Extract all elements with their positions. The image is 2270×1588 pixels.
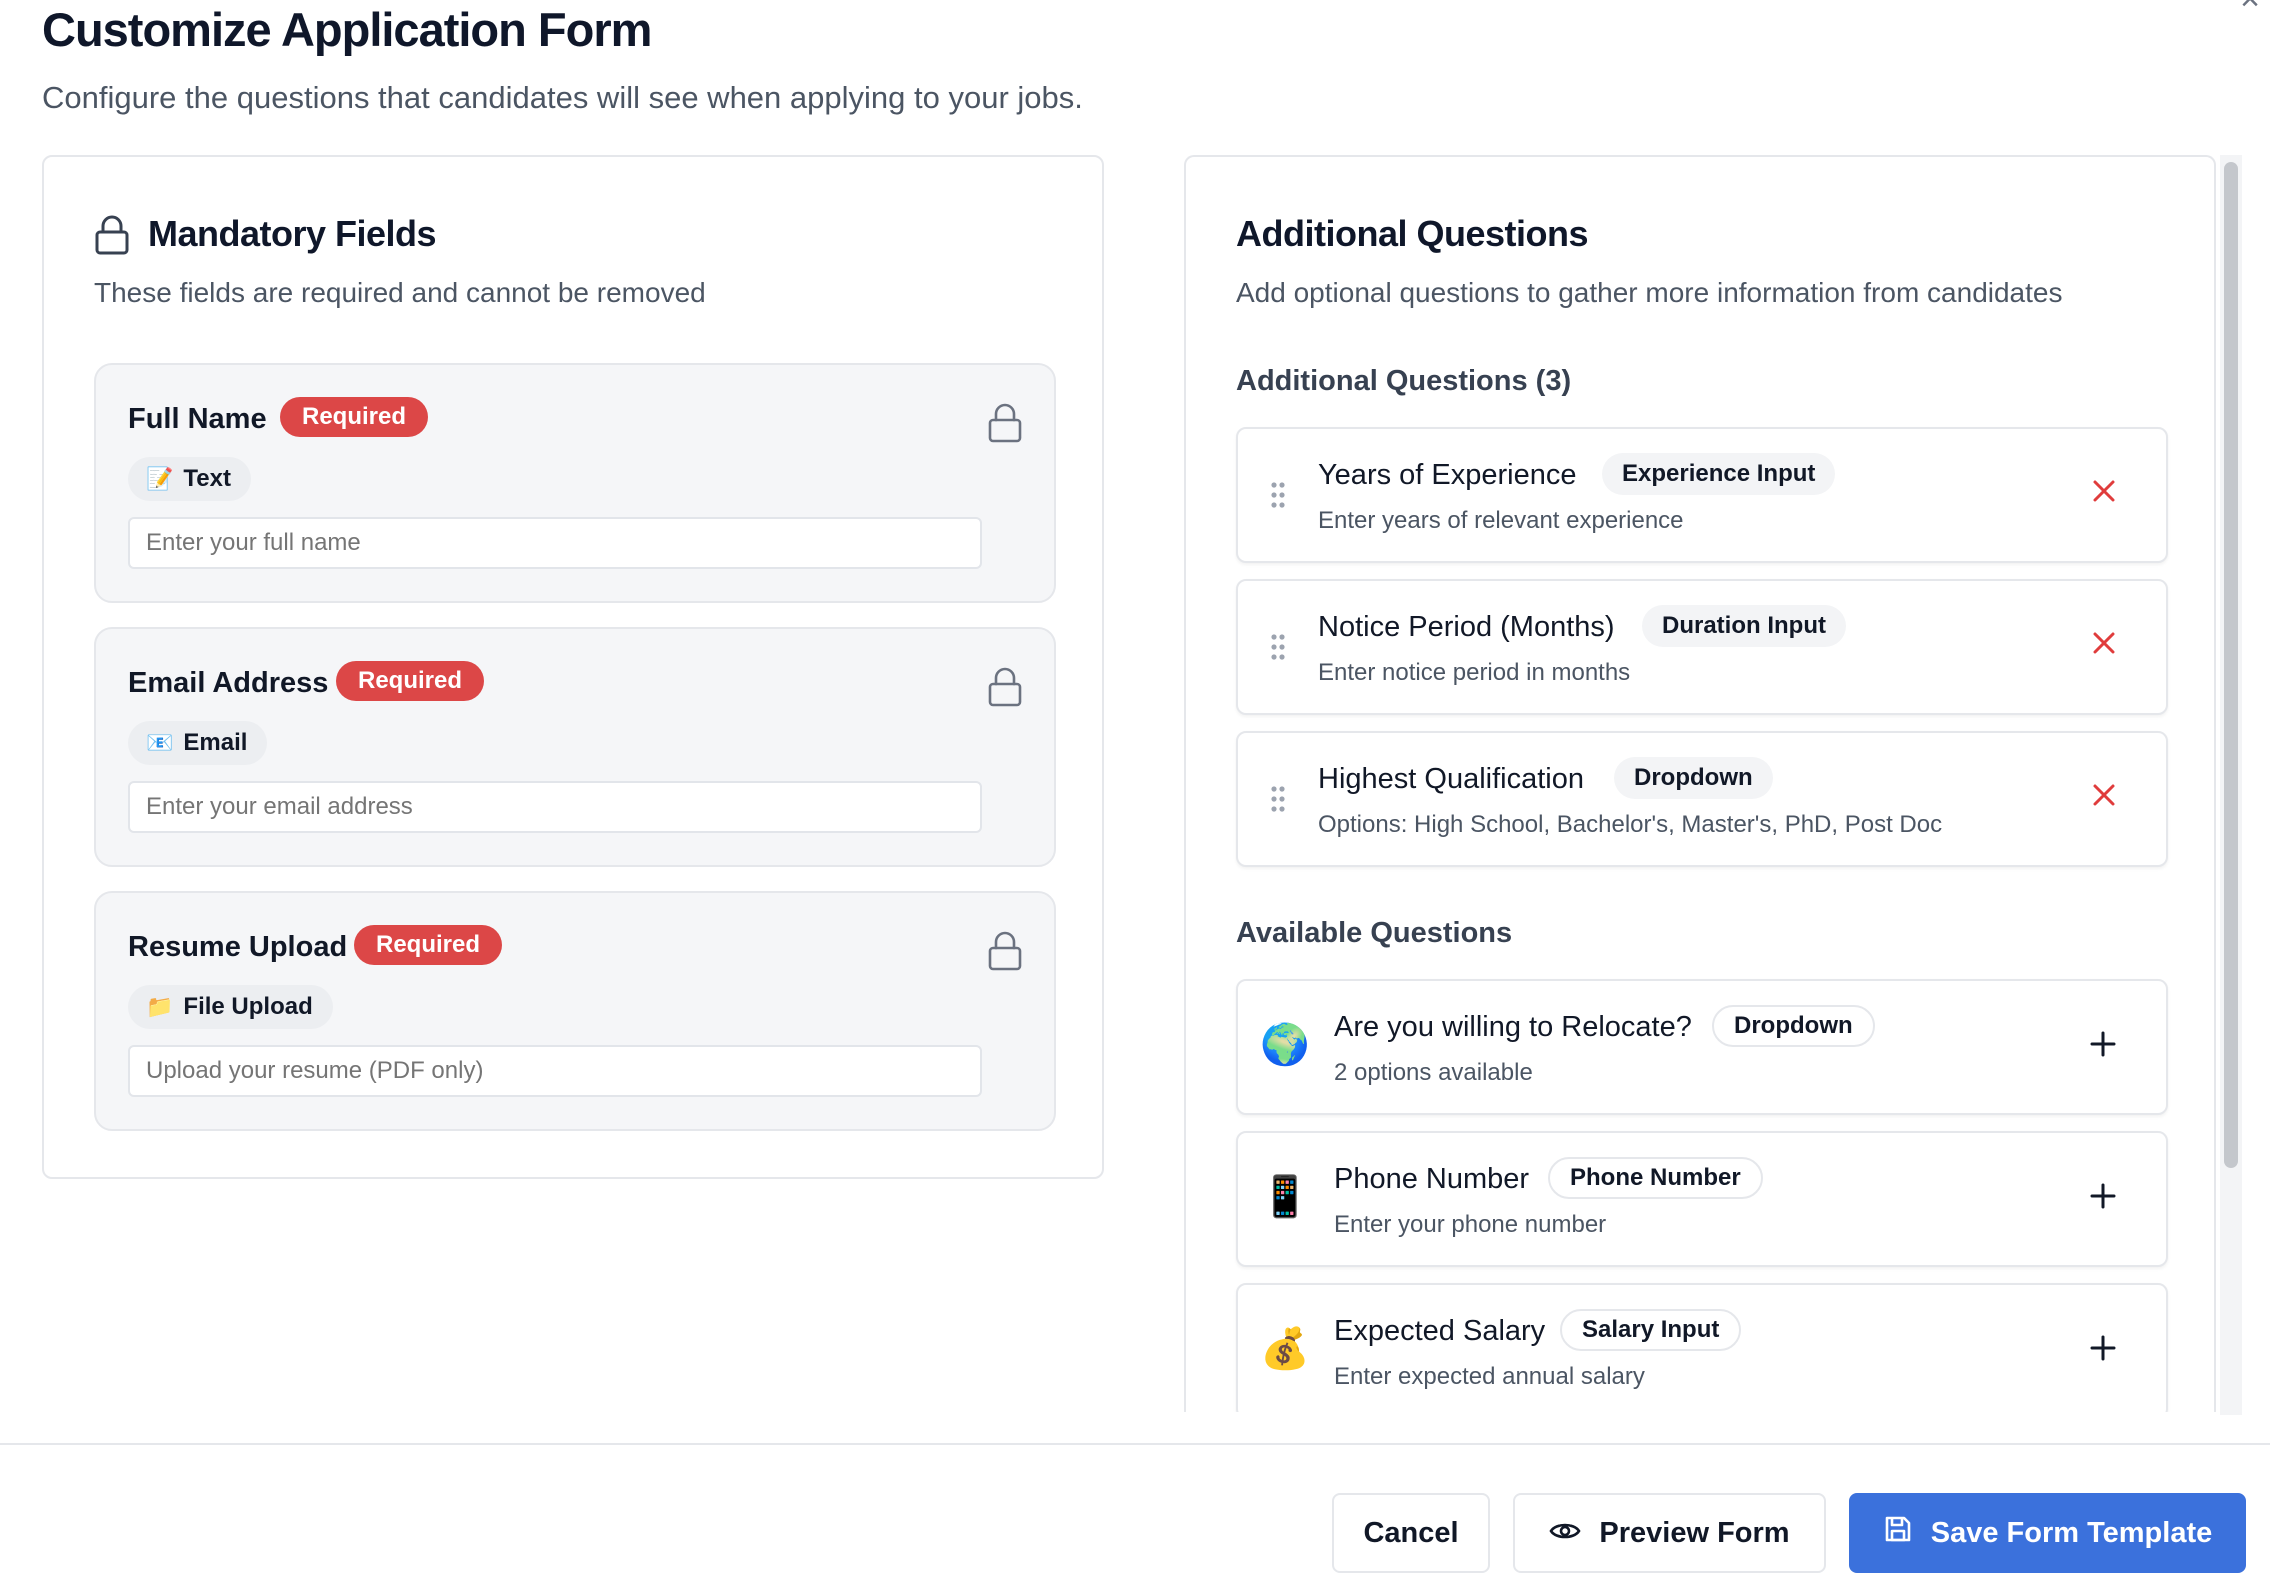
question-description: 2 options available — [1334, 1059, 1533, 1086]
field-label: Full Name — [128, 403, 267, 435]
required-badge: Required — [336, 661, 485, 701]
field-type-chip: 📝 Text — [128, 457, 251, 501]
drag-handle-icon[interactable] — [1270, 633, 1286, 666]
added-questions-heading: Additional Questions (3) — [1236, 365, 1572, 397]
add-question-icon[interactable] — [2090, 1031, 2116, 1062]
added-question-row: Highest Qualification Dropdown Options: … — [1236, 731, 2168, 867]
memo-icon: 📝 — [146, 466, 174, 491]
required-badge: Required — [354, 925, 503, 965]
mandatory-fields-title: Mandatory Fields — [148, 213, 437, 254]
field-type-label: Email — [183, 729, 248, 756]
save-icon — [1883, 1514, 1913, 1552]
remove-question-icon[interactable] — [2092, 783, 2116, 812]
save-form-template-label: Save Form Template — [1930, 1516, 2213, 1549]
add-question-icon[interactable] — [2090, 1335, 2116, 1366]
lock-icon — [94, 215, 130, 255]
mobile-phone-icon: 📱 — [1260, 1175, 1310, 1219]
question-title: Years of Experience — [1318, 459, 1577, 491]
required-badge: Required — [280, 397, 429, 437]
footer-divider — [0, 1443, 2270, 1445]
customize-form-dialog: Customize Application Form Configure the… — [0, 0, 2270, 1588]
question-description: Enter your phone number — [1334, 1211, 1607, 1238]
field-type-chip: 📧 Email — [128, 721, 268, 765]
cancel-button[interactable]: Cancel — [1332, 1493, 1490, 1573]
field-label: Email Address — [128, 667, 329, 699]
preview-form-label: Preview Form — [1599, 1516, 1790, 1549]
available-questions-heading: Available Questions — [1236, 917, 1513, 949]
page-title: Customize Application Form — [42, 3, 652, 56]
field-type-label: File Upload — [183, 993, 313, 1020]
cancel-button-label: Cancel — [1363, 1516, 1459, 1549]
question-description: Options: High School, Bachelor's, Master… — [1318, 811, 1943, 838]
lock-icon — [988, 667, 1022, 712]
mandatory-field-full-name: Full Name Required 📝 Text — [94, 363, 1056, 603]
question-type-badge: Phone Number — [1548, 1157, 1763, 1199]
field-type-label: Text — [183, 465, 231, 492]
email-input[interactable] — [128, 781, 982, 833]
remove-question-icon[interactable] — [2092, 631, 2116, 660]
question-title: Highest Qualification — [1318, 763, 1584, 795]
question-type-badge: Duration Input — [1642, 605, 1846, 647]
field-type-chip: 📁 File Upload — [128, 985, 333, 1029]
question-description: Enter expected annual salary — [1334, 1363, 1645, 1390]
money-bag-icon: 💰 — [1260, 1327, 1310, 1371]
mandatory-fields-card: Mandatory Fields These fields are requir… — [42, 155, 1104, 1179]
drag-handle-icon[interactable] — [1270, 481, 1286, 514]
available-question-row[interactable]: 📱 Phone Number Phone Number Enter your p… — [1236, 1131, 2168, 1267]
question-title: Expected Salary — [1334, 1315, 1546, 1347]
close-icon[interactable]: × — [2240, 0, 2260, 16]
question-title: Are you willing to Relocate? — [1334, 1011, 1692, 1043]
full-name-input[interactable] — [128, 517, 982, 569]
globe-icon: 🌍 — [1260, 1023, 1310, 1067]
add-question-icon[interactable] — [2090, 1183, 2116, 1214]
question-type-badge: Salary Input — [1560, 1309, 1742, 1351]
scrollbar-thumb[interactable] — [2224, 162, 2238, 1168]
field-label: Resume Upload — [128, 931, 348, 963]
additional-questions-card: Additional Questions Add optional questi… — [1184, 155, 2216, 1419]
mandatory-fields-description: These fields are required and cannot be … — [94, 277, 706, 308]
added-question-row: Years of Experience Experience Input Ent… — [1236, 427, 2168, 563]
question-title: Notice Period (Months) — [1318, 611, 1615, 643]
added-question-row: Notice Period (Months) Duration Input En… — [1236, 579, 2168, 715]
question-title: Phone Number — [1334, 1163, 1530, 1195]
question-type-badge: Dropdown — [1712, 1005, 1875, 1047]
additional-questions-description: Add optional questions to gather more in… — [1236, 277, 2063, 308]
folder-icon: 📁 — [146, 994, 174, 1019]
lock-icon — [988, 403, 1022, 448]
resume-upload-input[interactable] — [128, 1045, 982, 1097]
eye-icon — [1549, 1517, 1581, 1550]
lock-icon — [988, 931, 1022, 976]
drag-handle-icon[interactable] — [1270, 785, 1286, 818]
question-description: Enter notice period in months — [1318, 659, 1631, 686]
page-subtitle: Configure the questions that candidates … — [42, 80, 1083, 115]
question-type-badge: Experience Input — [1602, 453, 1836, 495]
question-type-badge: Dropdown — [1614, 757, 1773, 799]
envelope-icon: 📧 — [146, 730, 174, 755]
panel-clip — [1150, 1412, 2270, 1443]
additional-questions-title: Additional Questions — [1236, 213, 1589, 254]
mandatory-field-email: Email Address Required 📧 Email — [94, 627, 1056, 867]
available-question-row[interactable]: 💰 Expected Salary Salary Input Enter exp… — [1236, 1283, 2168, 1419]
mandatory-field-resume: Resume Upload Required 📁 File Upload — [94, 891, 1056, 1131]
save-form-template-button[interactable]: Save Form Template — [1849, 1493, 2246, 1573]
question-description: Enter years of relevant experience — [1318, 507, 1684, 534]
available-question-row[interactable]: 🌍 Are you willing to Relocate? Dropdown … — [1236, 979, 2168, 1115]
preview-form-button[interactable]: Preview Form — [1513, 1493, 1826, 1573]
remove-question-icon[interactable] — [2092, 479, 2116, 508]
